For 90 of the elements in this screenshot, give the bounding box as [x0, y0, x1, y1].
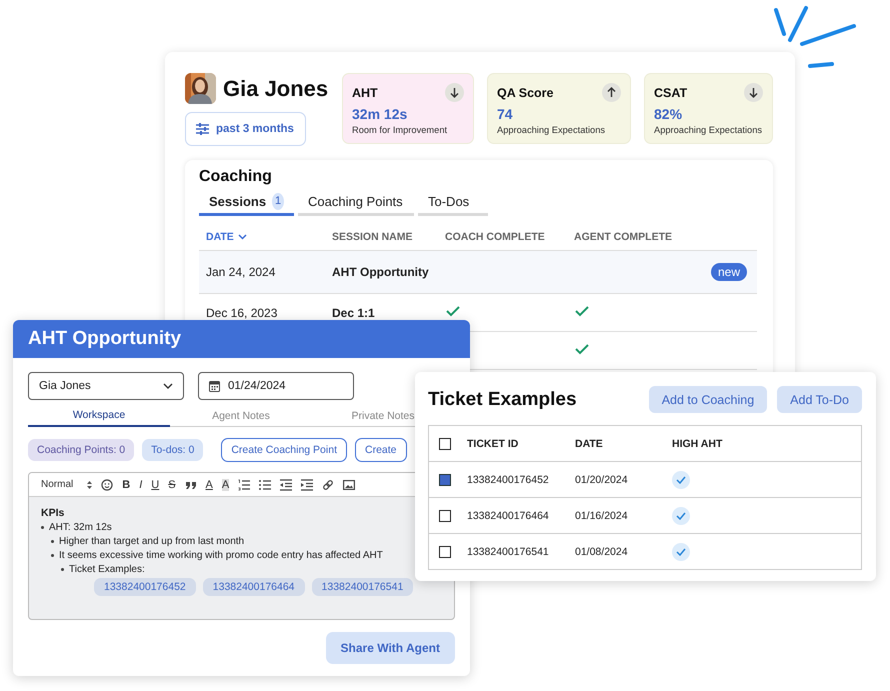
calendar-icon: [209, 380, 220, 392]
chevron-down-icon: [238, 234, 247, 240]
text-editor[interactable]: [28, 472, 455, 620]
create-button[interactable]: Create: [355, 438, 407, 462]
metric-caption: Approaching Expectations: [497, 125, 606, 135]
table-cell: Jan 24, 2024: [206, 265, 276, 279]
checkbox[interactable]: [439, 510, 451, 522]
metric-caption: Approaching Expectations: [654, 125, 763, 135]
table-cell-text: 01/08/2024: [575, 546, 629, 558]
agent-select[interactable]: Gia Jones: [28, 372, 184, 400]
agent-name: Gia Jones: [223, 76, 328, 102]
metric-value: 82%: [654, 106, 684, 122]
list-item-text: AHT: 32m 12s: [49, 522, 112, 533]
check-icon: [445, 305, 461, 317]
check-icon: [574, 305, 590, 317]
list-item-text: It seems excessive time working with promo code entry has affected AHT: [59, 550, 383, 561]
column-header[interactable]: SESSION NAME: [332, 231, 445, 243]
check-icon: [672, 542, 690, 560]
ticket-link[interactable]: 13382400176452: [94, 578, 196, 596]
add-button[interactable]: Add to Coaching: [648, 386, 768, 413]
count-chip: To-dos: 0: [142, 439, 204, 461]
column-header: HIGH AHT: [672, 438, 724, 450]
new-badge: new: [710, 263, 747, 281]
tab[interactable]: Coaching Points: [298, 189, 414, 216]
indent-icon[interactable]: [301, 478, 314, 490]
column-header: TICKET ID: [467, 438, 520, 450]
table-cell: Dec 16, 2023: [206, 306, 278, 320]
metric-caption: Room for Improvement: [352, 125, 448, 135]
window-title: Ticket Examples: [428, 388, 578, 410]
column-header[interactable]: AGENT COMPLETE: [574, 231, 757, 243]
bullet-icon: [51, 554, 54, 557]
tab[interactable]: Agent Notes: [170, 409, 312, 427]
editor-heading: KPIs: [41, 507, 66, 519]
table-cell-text: 01/20/2024: [575, 474, 629, 486]
table-row[interactable]: Jan 24, 2024 AHT Opportunity new: [199, 251, 757, 294]
bullet-icon: [41, 526, 44, 529]
date-field[interactable]: 01/24/2024: [198, 372, 354, 400]
metric-value: 74: [497, 106, 514, 122]
chevron-down-icon: [163, 383, 173, 389]
link-icon[interactable]: [322, 478, 334, 490]
tab[interactable]: Sessions 1: [199, 189, 294, 216]
metric-value: 32m 12s: [352, 106, 408, 122]
checkbox[interactable]: [439, 474, 451, 486]
section-title: Coaching: [199, 168, 273, 186]
sort-arrows-icon: [87, 480, 92, 488]
numbered-list-icon[interactable]: [238, 478, 250, 490]
count-chip: Coaching Points: 0: [28, 439, 134, 461]
ticket-link[interactable]: 13382400176464: [202, 578, 305, 596]
table-cell: AHT Opportunity: [332, 265, 429, 279]
format-button[interactable]: U: [151, 478, 160, 490]
format-select[interactable]: Normal: [41, 479, 92, 490]
list-item-text: Higher than target and up from last month: [59, 536, 244, 547]
table-cell-text: 01/16/2024: [575, 510, 629, 522]
bullet-list-icon[interactable]: [259, 478, 272, 490]
outdent-icon[interactable]: [280, 478, 292, 490]
tab[interactable]: Workspace: [28, 409, 170, 427]
table-cell-text: 13382400176541: [467, 546, 550, 558]
sliders-icon: [196, 123, 209, 135]
tab[interactable]: To-Dos: [418, 189, 488, 216]
check-icon: [574, 343, 590, 355]
format-button[interactable]: S: [168, 478, 176, 490]
checkbox[interactable]: [439, 546, 451, 558]
count-badge: 1: [272, 192, 284, 210]
column-header: DATE: [575, 438, 604, 450]
list-item-text: Ticket Examples:: [69, 564, 145, 575]
format-button[interactable]: A: [222, 478, 230, 490]
metric-label: AHT: [352, 86, 378, 100]
add-button[interactable]: Add To-Do: [777, 386, 862, 413]
image-icon[interactable]: [343, 478, 356, 490]
filter-button[interactable]: past 3 months: [185, 112, 306, 146]
share-button[interactable]: Share With Agent: [326, 632, 455, 664]
table-cell-text: 13382400176464: [467, 510, 550, 522]
smiley-icon[interactable]: [101, 478, 114, 490]
checkbox[interactable]: [439, 438, 451, 450]
format-button[interactable]: A: [206, 478, 213, 490]
check-icon: [672, 470, 690, 488]
format-button[interactable]: I: [139, 478, 142, 490]
check-icon: [672, 506, 690, 524]
window-title: AHT Opportunity: [13, 320, 470, 358]
column-header[interactable]: COACH COMPLETE: [445, 231, 574, 243]
table-cell-text: 13382400176452: [467, 474, 550, 486]
bullet-icon: [61, 568, 64, 571]
ticket-link[interactable]: 13382400176541: [312, 578, 414, 596]
bullet-icon: [51, 540, 54, 543]
metric-label: CSAT: [654, 86, 688, 100]
format-button[interactable]: B: [122, 478, 130, 490]
metric-label: QA Score: [497, 86, 554, 100]
column-header[interactable]: DATE: [206, 231, 332, 243]
create-button[interactable]: Create Coaching Point: [221, 438, 347, 462]
table-cell: Dec 1:1: [332, 306, 375, 320]
